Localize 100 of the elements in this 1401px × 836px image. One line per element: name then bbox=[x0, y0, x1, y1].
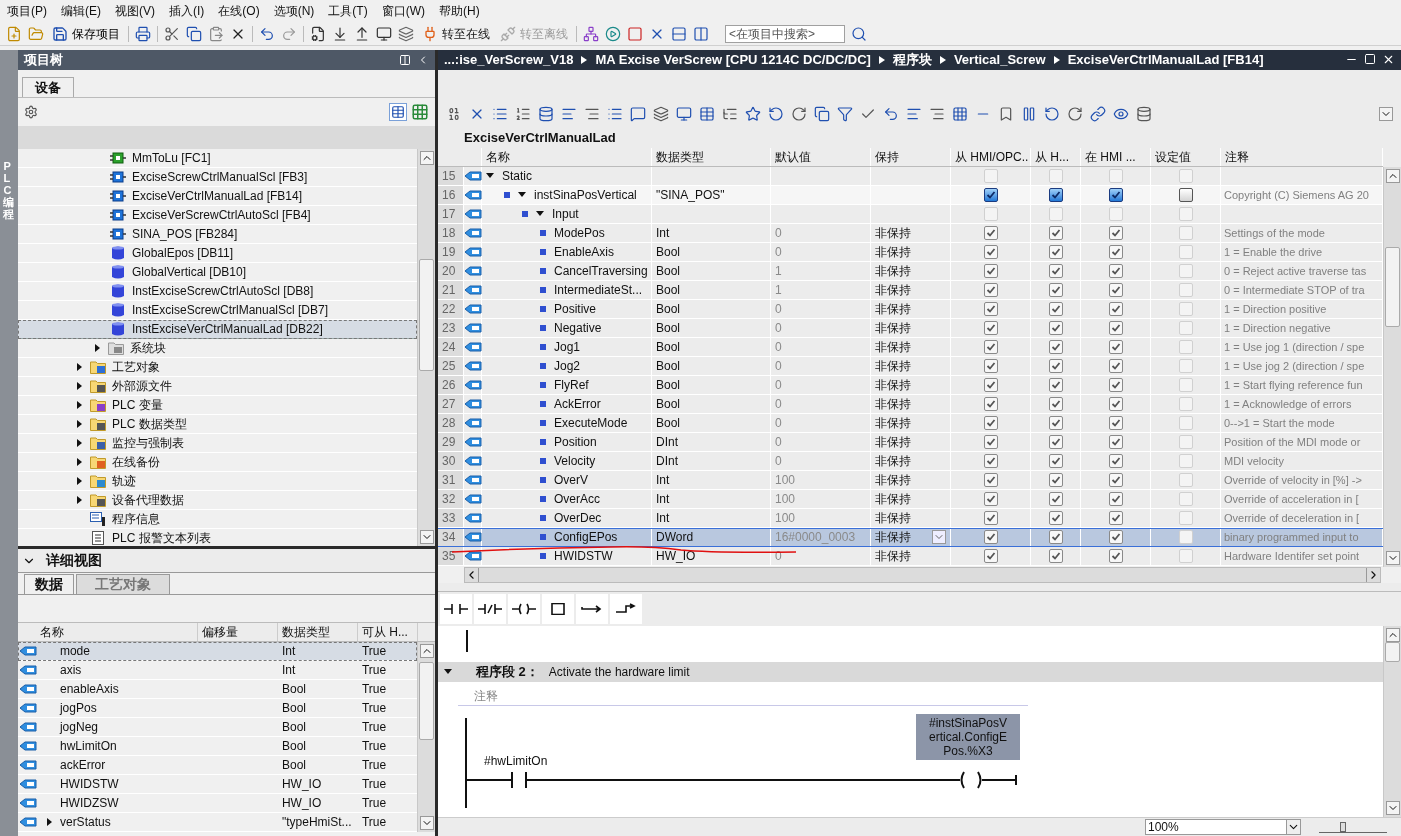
negated-contact-icon[interactable] bbox=[474, 594, 506, 624]
table-icon[interactable] bbox=[699, 105, 715, 122]
vertical-scrollbar[interactable] bbox=[1383, 626, 1401, 817]
checkbox[interactable] bbox=[1108, 225, 1123, 240]
settings-icon[interactable] bbox=[23, 105, 38, 119]
checkbox[interactable] bbox=[983, 225, 998, 240]
tree-row[interactable]: ExciseVerCtrlManualLad [FB14] bbox=[17, 187, 417, 206]
star-icon[interactable] bbox=[745, 105, 761, 122]
expanded-arrow-icon[interactable] bbox=[486, 171, 494, 180]
column-header[interactable]: 可从 H... bbox=[357, 623, 418, 641]
checkbox[interactable] bbox=[983, 510, 998, 525]
checkbox[interactable] bbox=[1178, 187, 1193, 202]
collapsed-arrow-icon[interactable] bbox=[75, 401, 84, 409]
tree-row[interactable]: PLC 变量 bbox=[17, 396, 417, 415]
tree-item[interactable]: 监控与强制表 bbox=[111, 434, 184, 452]
column-header[interactable]: 从 H... bbox=[1035, 147, 1069, 166]
checkbox[interactable] bbox=[1108, 548, 1123, 563]
zoom-slider-thumb[interactable] bbox=[1339, 822, 1346, 832]
horizontal-scrollbar[interactable] bbox=[464, 567, 1381, 584]
checkbox[interactable] bbox=[1108, 301, 1123, 316]
checkbox[interactable] bbox=[983, 453, 998, 468]
zoom-slider-track[interactable] bbox=[1319, 821, 1387, 833]
column-header[interactable]: 名称 bbox=[17, 623, 198, 641]
checkbox[interactable] bbox=[1108, 472, 1123, 487]
filter-icon[interactable] bbox=[837, 105, 853, 122]
column-header[interactable]: 偏移量 bbox=[197, 623, 278, 641]
checkbox[interactable] bbox=[1108, 282, 1123, 297]
split-vertical-icon[interactable] bbox=[693, 25, 709, 42]
network-icon[interactable] bbox=[583, 25, 599, 42]
monitor-icon[interactable] bbox=[376, 25, 392, 42]
collapsed-arrow-icon[interactable] bbox=[75, 439, 84, 447]
print-icon[interactable] bbox=[135, 25, 151, 42]
checkbox[interactable] bbox=[983, 396, 998, 411]
layout-icon[interactable] bbox=[399, 54, 411, 66]
tree-row[interactable]: 在线备份 bbox=[17, 453, 417, 472]
tree-row[interactable]: 设备代理数据 bbox=[17, 491, 417, 510]
tree-row[interactable]: PLC 数据类型 bbox=[17, 415, 417, 434]
tree-item[interactable]: 程序信息 bbox=[111, 510, 160, 528]
tree-item[interactable]: PLC 报警文本列表 bbox=[111, 529, 211, 546]
checkbox[interactable] bbox=[1048, 263, 1063, 278]
tree-item[interactable]: ExciseVerCtrlManualLad [FB14] bbox=[131, 187, 303, 205]
tree-item[interactable]: 工艺对象 bbox=[111, 358, 160, 376]
rotate-right-icon[interactable] bbox=[1067, 105, 1083, 122]
column-header[interactable]: 默认值 bbox=[775, 147, 811, 166]
expanded-arrow-icon[interactable] bbox=[536, 209, 544, 218]
checkbox[interactable] bbox=[1108, 377, 1123, 392]
vertical-scrollbar[interactable] bbox=[417, 642, 435, 832]
scroll-down-icon[interactable] bbox=[419, 816, 434, 830]
tree-item[interactable]: InstExciseScrewCtrlAutoScl [DB8] bbox=[131, 282, 314, 300]
checkbox[interactable] bbox=[1048, 339, 1063, 354]
tree-item[interactable]: 轨迹 bbox=[111, 472, 136, 490]
coil-icon[interactable] bbox=[508, 594, 540, 624]
checkbox[interactable] bbox=[1048, 472, 1063, 487]
split-horizontal-icon[interactable] bbox=[671, 25, 687, 42]
checkbox[interactable] bbox=[983, 491, 998, 506]
column-header[interactable]: 数据类型 bbox=[277, 623, 358, 641]
expanded-arrow-icon[interactable] bbox=[518, 190, 526, 199]
go-online-button[interactable]: 转至在线 bbox=[420, 24, 492, 43]
tree-row[interactable]: MmToLu [FC1] bbox=[17, 149, 417, 168]
checkbox[interactable] bbox=[1048, 377, 1063, 392]
checkbox[interactable] bbox=[1108, 453, 1123, 468]
checkbox[interactable] bbox=[1048, 244, 1063, 259]
checkbox[interactable] bbox=[1108, 263, 1123, 278]
expanded-arrow-icon[interactable] bbox=[444, 668, 452, 676]
database-icon[interactable] bbox=[538, 105, 554, 122]
link-icon[interactable] bbox=[1090, 105, 1106, 122]
breadcrumb-item[interactable]: MA Excise VerScrew [CPU 1214C DC/DC/DC] bbox=[595, 50, 871, 70]
tree-item[interactable]: ExciseVerScrewCtrlAutoScl [FB4] bbox=[131, 206, 311, 224]
checkbox[interactable] bbox=[983, 415, 998, 430]
database-icon[interactable] bbox=[1136, 105, 1152, 122]
checkbox[interactable] bbox=[1108, 491, 1123, 506]
tree-item[interactable]: PLC 变量 bbox=[111, 396, 163, 414]
checkbox[interactable] bbox=[1108, 187, 1123, 202]
scroll-down-icon[interactable] bbox=[1385, 550, 1400, 565]
tree-item[interactable]: 设备代理数据 bbox=[111, 491, 184, 509]
tree-row[interactable]: 程序信息 bbox=[17, 510, 417, 529]
checkbox[interactable] bbox=[1048, 187, 1063, 202]
column-header[interactable]: 注释 bbox=[1225, 147, 1249, 166]
column-header[interactable]: 数据类型 bbox=[656, 147, 704, 166]
tree-row[interactable]: GlobalVertical [DB10] bbox=[17, 263, 417, 282]
checkbox[interactable] bbox=[1048, 453, 1063, 468]
menu-item[interactable]: 编辑(E) bbox=[54, 2, 108, 20]
checkbox[interactable] bbox=[1108, 320, 1123, 335]
comment-field[interactable]: 注释 bbox=[458, 686, 1028, 706]
bookmark-icon[interactable] bbox=[998, 105, 1014, 122]
checkbox[interactable] bbox=[1108, 358, 1123, 373]
table-row[interactable]: mode Int True bbox=[17, 642, 417, 661]
collapsed-arrow-icon[interactable] bbox=[45, 818, 54, 826]
zoom-select[interactable]: 100% bbox=[1145, 819, 1301, 835]
checkbox[interactable] bbox=[983, 358, 998, 373]
checkbox[interactable] bbox=[1048, 282, 1063, 297]
collapsed-arrow-icon[interactable] bbox=[75, 363, 84, 371]
new-file-icon[interactable] bbox=[6, 25, 22, 42]
tree-row[interactable]: GlobalEpos [DB11] bbox=[17, 244, 417, 263]
checkbox[interactable] bbox=[983, 187, 998, 202]
tree-row[interactable]: 工艺对象 bbox=[17, 358, 417, 377]
layers-icon[interactable] bbox=[653, 105, 669, 122]
grid-icon[interactable] bbox=[952, 105, 968, 122]
tree-item[interactable]: GlobalVertical [DB10] bbox=[131, 263, 246, 281]
tree-item[interactable]: 外部源文件 bbox=[111, 377, 172, 395]
